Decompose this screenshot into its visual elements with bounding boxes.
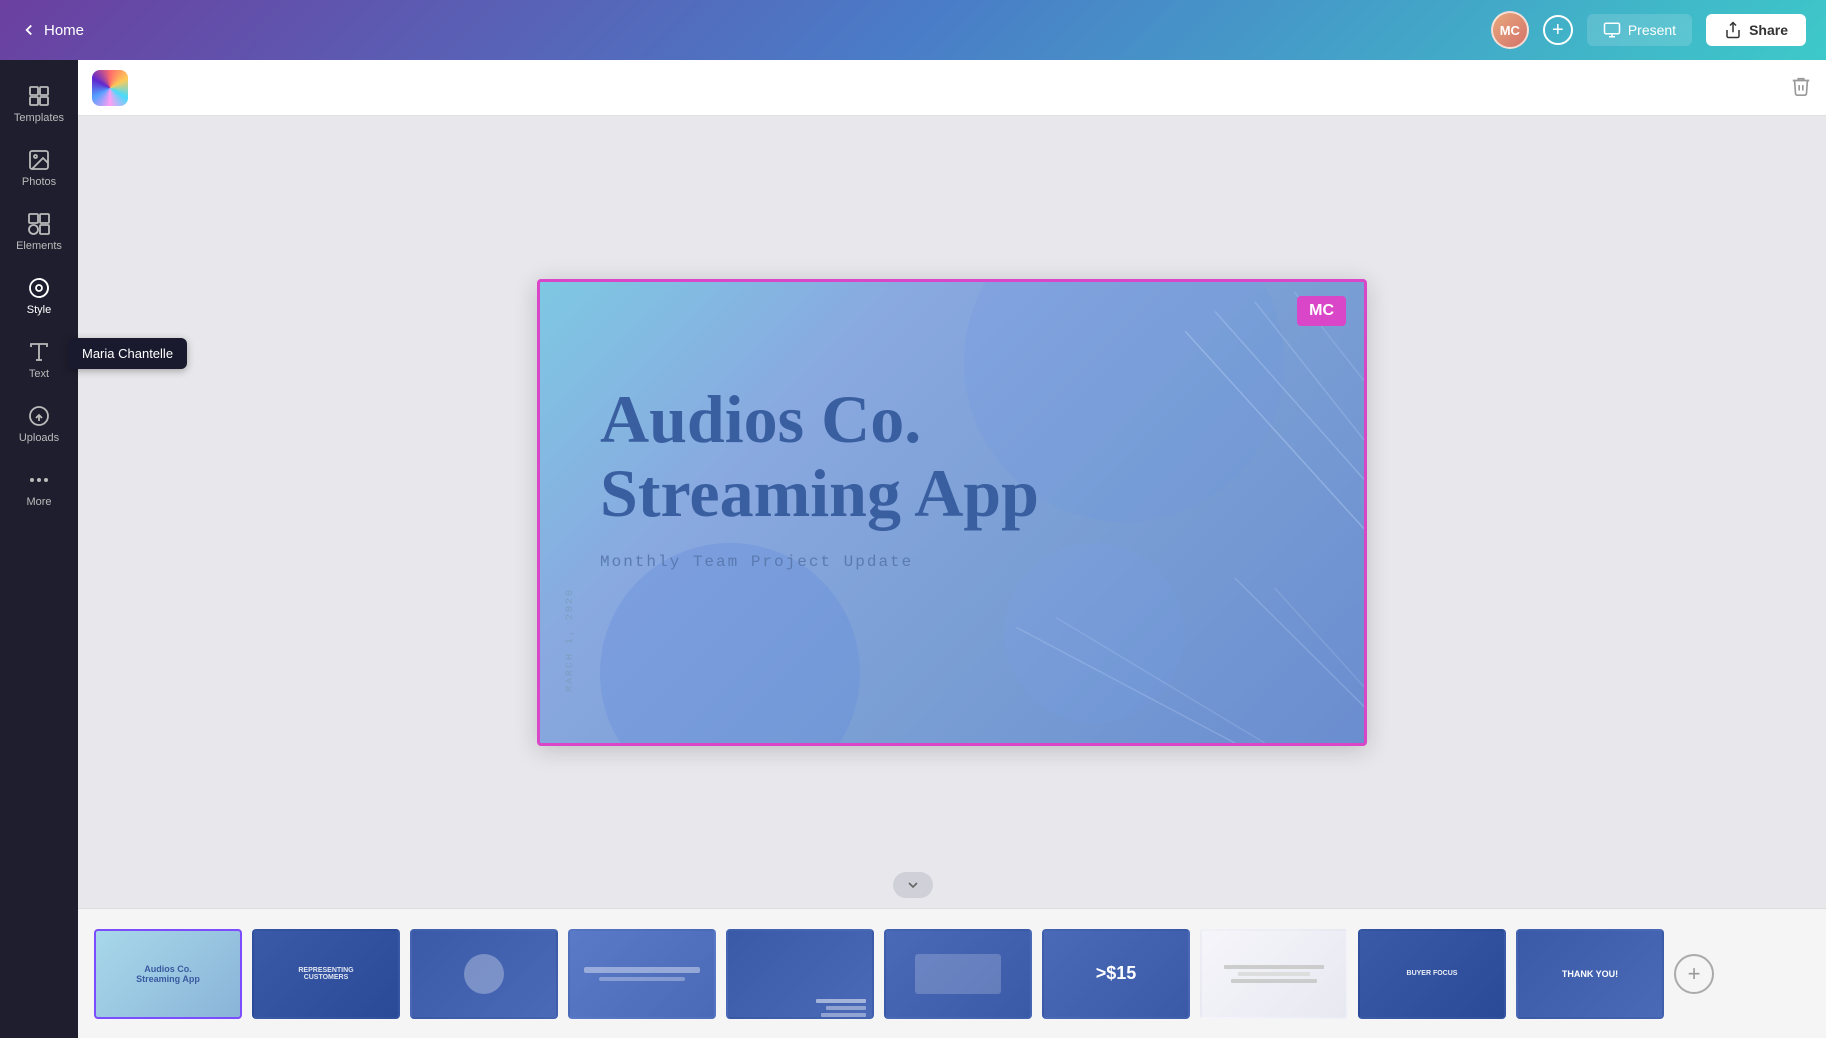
slide-title-line2: Streaming App <box>600 455 1039 531</box>
slide-title: Audios Co. Streaming App <box>600 382 1304 532</box>
style-icon <box>27 276 51 300</box>
present-icon <box>1603 21 1621 39</box>
color-palette-button[interactable] <box>92 70 128 106</box>
share-button[interactable]: Share <box>1706 14 1806 46</box>
elements-icon <box>27 212 51 236</box>
user-tooltip: Maria Chantelle <box>68 338 187 369</box>
collapse-filmstrip-button[interactable] <box>893 872 933 898</box>
slide-content: Audios Co. Streaming App Monthly Team Pr… <box>600 382 1304 572</box>
present-button[interactable]: Present <box>1587 14 1692 46</box>
slide-badge: MC <box>1297 296 1346 326</box>
trash-icon <box>1790 75 1812 97</box>
share-label: Share <box>1749 22 1788 38</box>
avatar[interactable]: MC <box>1491 11 1529 49</box>
sidebar-item-more[interactable]: More <box>4 458 74 518</box>
chevron-down-icon <box>905 877 921 893</box>
filmstrip-thumb-7[interactable]: >$15 <box>1042 929 1190 1019</box>
slide-subtitle: Monthly Team Project Update <box>600 553 1304 571</box>
add-collaborator-button[interactable]: + <box>1543 15 1573 45</box>
slide-canvas[interactable]: MC Audios Co. Streaming App Monthly Team… <box>537 279 1367 746</box>
elements-label: Elements <box>16 240 62 252</box>
header-left: Home <box>20 21 84 39</box>
add-slide-button[interactable]: + <box>1674 954 1714 994</box>
style-label: Style <box>27 304 51 316</box>
app-header: Home MC + Present Share <box>0 0 1826 60</box>
photos-icon <box>27 148 51 172</box>
canvas-area: MC Audios Co. Streaming App Monthly Team… <box>78 116 1826 908</box>
filmstrip-thumb-2[interactable]: REPRESENTINGCUSTOMERS <box>252 929 400 1019</box>
add-slide-icon: + <box>1688 961 1701 987</box>
filmstrip-thumb-9[interactable]: BUYER FOCUS <box>1358 929 1506 1019</box>
slide-date-vertical: MARCH 1, 2020 <box>565 588 576 692</box>
slide-badge-text: MC <box>1309 302 1334 319</box>
text-label: Text <box>29 368 49 380</box>
filmstrip-thumb-4[interactable] <box>568 929 716 1019</box>
share-icon <box>1724 21 1742 39</box>
filmstrip-thumb-5[interactable] <box>726 929 874 1019</box>
photos-label: Photos <box>22 176 56 188</box>
filmstrip-thumb-8[interactable] <box>1200 929 1348 1019</box>
tooltip-text: Maria Chantelle <box>82 346 173 361</box>
sidebar: Templates Photos Elements Style <box>0 60 78 1038</box>
sidebar-item-text[interactable]: Text <box>4 330 74 390</box>
avatar-initials: MC <box>1500 23 1520 38</box>
text-icon <box>27 340 51 364</box>
filmstrip-thumb-6[interactable] <box>884 929 1032 1019</box>
filmstrip-thumb-1[interactable]: Audios Co.Streaming App <box>94 929 242 1019</box>
header-right: MC + Present Share <box>1491 11 1806 49</box>
add-icon: + <box>1552 19 1564 42</box>
toolbar <box>78 60 1826 116</box>
sidebar-item-photos[interactable]: Photos <box>4 138 74 198</box>
templates-icon <box>27 84 51 108</box>
sidebar-item-elements[interactable]: Elements <box>4 202 74 262</box>
templates-label: Templates <box>14 112 64 124</box>
more-icon <box>27 468 51 492</box>
home-back-button[interactable]: Home <box>20 21 84 39</box>
uploads-icon <box>27 404 51 428</box>
delete-button[interactable] <box>1790 75 1812 100</box>
home-label: Home <box>44 22 84 39</box>
filmstrip-thumb-3[interactable] <box>410 929 558 1019</box>
sidebar-item-style[interactable]: Style <box>4 266 74 326</box>
slide-title-line1: Audios Co. <box>600 381 921 457</box>
uploads-label: Uploads <box>19 432 59 444</box>
sidebar-item-templates[interactable]: Templates <box>4 74 74 134</box>
more-label: More <box>26 496 51 508</box>
sidebar-item-uploads[interactable]: Uploads <box>4 394 74 454</box>
filmstrip-thumb-10[interactable]: THANK YOU! <box>1516 929 1664 1019</box>
filmstrip: Audios Co.Streaming App REPRESENTINGCUST… <box>78 908 1826 1038</box>
slide-decoration-circle-1 <box>600 543 860 746</box>
present-label: Present <box>1628 22 1676 38</box>
